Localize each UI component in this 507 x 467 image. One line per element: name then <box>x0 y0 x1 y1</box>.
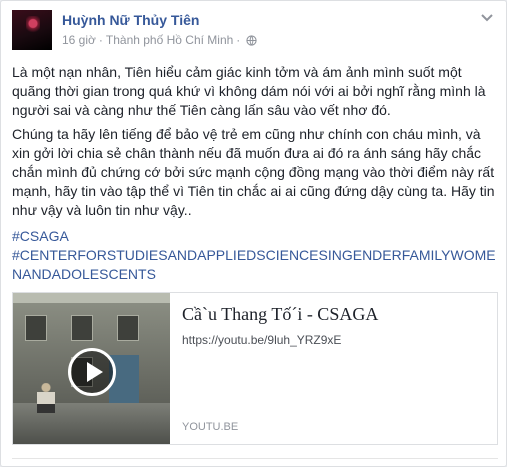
thumbnail-person <box>37 383 55 413</box>
shared-link-url[interactable]: https://youtu.be/9luh_YRZ9xE <box>182 333 341 347</box>
post-paragraph-2: Chúng ta hãy lên tiếng để bảo vệ trẻ em … <box>12 126 495 218</box>
post-paragraph-1: Là một nạn nhân, Tiên hiểu cảm giác kinh… <box>12 64 486 118</box>
post-meta: 16 giờ · Thành phố Hồ Chí Minh · <box>62 33 257 47</box>
divider <box>12 458 498 459</box>
hashtag-csaga[interactable]: #CSAGA <box>12 227 498 246</box>
author-name[interactable]: Huỳnh Nữ Thủy Tiên <box>62 12 199 28</box>
shared-link-info: Cầ`u Thang Tố´i - CSAGA https://youtu.be… <box>170 293 497 444</box>
avatar[interactable] <box>12 10 52 50</box>
post-card: Huỳnh Nữ Thủy Tiên 16 giờ · Thành phố Hồ… <box>0 0 507 467</box>
post-time[interactable]: 16 giờ <box>62 33 96 47</box>
thumbnail-window <box>25 315 47 341</box>
post-location[interactable]: Thành phố Hồ Chí Minh <box>106 33 233 47</box>
thumbnail-window <box>71 315 93 341</box>
hashtags: #CSAGA #CENTERFORSTUDIESANDAPPLIEDSCIENC… <box>12 227 498 284</box>
globe-icon[interactable] <box>246 34 257 46</box>
meta-separator: · <box>98 33 103 47</box>
shared-link-card[interactable]: Cầ`u Thang Tố´i - CSAGA https://youtu.be… <box>12 292 498 445</box>
video-thumbnail[interactable] <box>13 293 170 444</box>
chevron-down-icon[interactable] <box>480 13 494 23</box>
hashtag-center[interactable]: #CENTERFORSTUDIESANDAPPLIEDSCIENCESINGEN… <box>12 246 498 284</box>
shared-link-title[interactable]: Cầ`u Thang Tố´i - CSAGA <box>182 304 378 325</box>
avatar-figure <box>26 16 40 46</box>
thumbnail-window <box>117 315 139 341</box>
shared-link-domain: YOUTU.BE <box>182 421 239 433</box>
play-icon[interactable] <box>68 348 116 396</box>
meta-separator: · <box>236 33 241 47</box>
